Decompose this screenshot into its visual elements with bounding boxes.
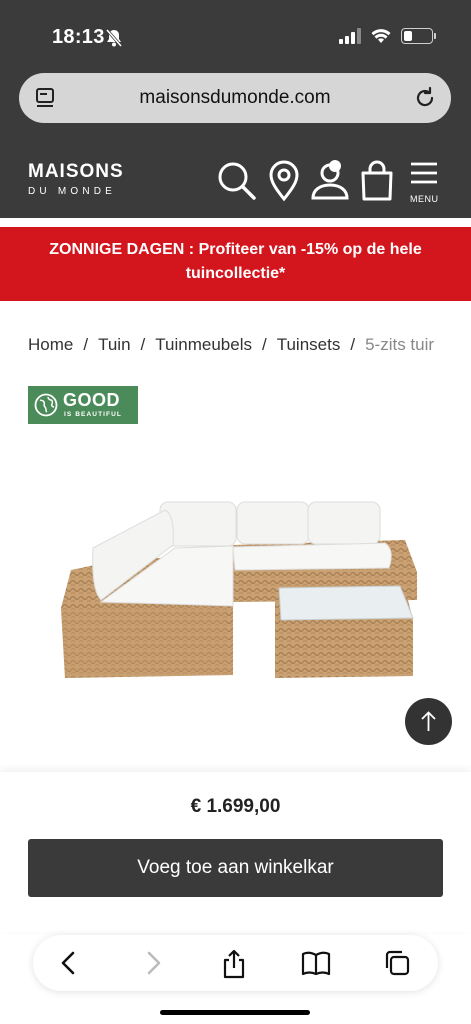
shopping-bag-icon[interactable] <box>359 160 395 202</box>
breadcrumb-tuinsets[interactable]: Tuinsets <box>277 335 341 354</box>
site-logo[interactable]: MAISONS DU MONDE <box>28 161 124 197</box>
bookmarks-icon[interactable] <box>301 949 331 977</box>
home-indicator <box>160 1010 310 1015</box>
product-price: € 1.699,00 <box>190 796 281 817</box>
address-bar[interactable]: maisonsdumonde.com <box>19 73 451 123</box>
breadcrumb-separator: / <box>350 335 356 354</box>
good-is-beautiful-badge: GOOD IS BEAUTIFUL <box>28 386 138 424</box>
globe-icon <box>34 393 58 417</box>
promo-banner[interactable]: ZONNIGE DAGEN : Profiteer van -15% op de… <box>0 227 471 301</box>
url-text[interactable]: maisonsdumonde.com <box>19 87 451 109</box>
status-time: 18:13 <box>52 26 105 48</box>
account-icon[interactable] <box>310 160 352 202</box>
arrow-up-icon <box>421 711 436 731</box>
bell-muted-icon <box>105 29 123 47</box>
forward-icon[interactable] <box>139 949 167 977</box>
add-to-cart-button[interactable]: Voeg toe aan winkelkar <box>28 839 443 897</box>
breadcrumb-separator: / <box>261 335 267 354</box>
breadcrumb: Home / Tuin / Tuinmeubels / Tuinsets / 5-zits tu… <box>28 335 434 355</box>
battery-icon <box>401 28 436 44</box>
search-icon[interactable] <box>216 160 258 202</box>
sticky-purchase-panel: € 1.699,00 Voeg toe aan winkelkar <box>0 772 471 932</box>
tabs-icon[interactable] <box>383 949 411 977</box>
logo-sub-text: DU MONDE <box>28 186 117 197</box>
wifi-icon <box>371 29 391 43</box>
status-indicators <box>339 28 436 44</box>
product-image[interactable] <box>55 490 420 682</box>
badge-subtitle: IS BEAUTIFUL <box>64 411 122 418</box>
breadcrumb-separator: / <box>83 335 89 354</box>
menu-label[interactable]: MENU <box>410 194 439 204</box>
hamburger-menu-icon[interactable] <box>410 160 438 188</box>
breadcrumb-home[interactable]: Home <box>28 335 73 354</box>
scroll-to-top-button[interactable] <box>405 698 452 745</box>
badge-word: GOOD <box>63 390 121 410</box>
share-icon[interactable] <box>220 949 248 979</box>
logo-main-text: MAISONS <box>28 161 124 182</box>
promo-text: ZONNIGE DAGEN : Profiteer van -15% op de… <box>49 241 422 282</box>
breadcrumb-current: 5-zits tuir <box>365 335 435 354</box>
breadcrumb-tuin[interactable]: Tuin <box>98 335 130 354</box>
reload-icon[interactable] <box>413 86 437 110</box>
back-icon[interactable] <box>55 949 83 977</box>
breadcrumb-tuinmeubels[interactable]: Tuinmeubels <box>155 335 252 354</box>
store-locator-icon[interactable] <box>268 160 300 202</box>
cellular-signal-icon <box>339 28 361 44</box>
breadcrumb-separator: / <box>140 335 146 354</box>
browser-toolbar <box>33 935 438 991</box>
